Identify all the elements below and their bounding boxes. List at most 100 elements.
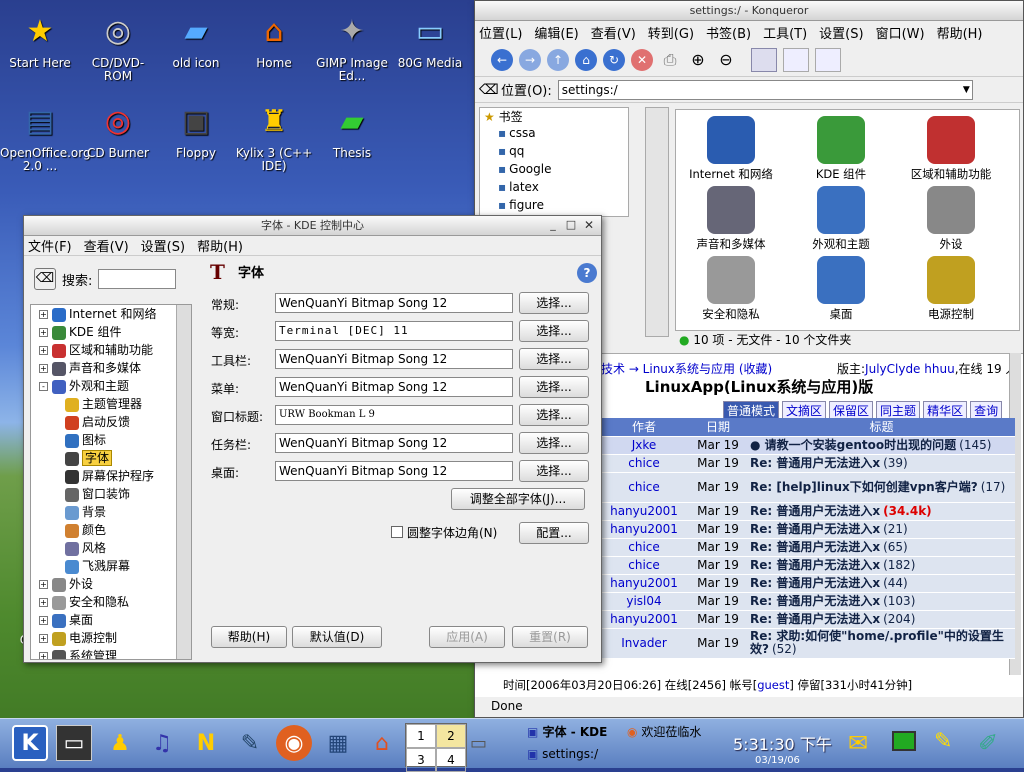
tree-scrollbar[interactable] <box>176 305 191 659</box>
icon-view-icon[interactable] <box>751 47 777 72</box>
bookmark-item[interactable]: ▪ latex <box>480 180 628 198</box>
reset-button[interactable]: 重置(R) <box>512 626 588 648</box>
home-folder-icon[interactable]: ⌂ <box>364 725 400 761</box>
taskbar-task-kcc[interactable]: ▣ 字体 - KDE <box>527 723 607 740</box>
collapse-icon[interactable]: - <box>39 382 48 391</box>
tree-item[interactable]: + 安全和隐私 <box>35 593 191 611</box>
tree-item[interactable]: + 桌面 <box>35 611 191 629</box>
choose-font-button[interactable]: 选择... <box>519 460 589 482</box>
row-author[interactable]: chice <box>600 538 688 557</box>
pager-desktop[interactable]: 1 <box>406 724 436 748</box>
expand-icon[interactable]: + <box>39 652 48 659</box>
tree-item[interactable]: 图标 <box>35 431 191 449</box>
desktop-icon[interactable]: ⌂ Home <box>234 8 314 70</box>
list-view-icon[interactable] <box>783 47 809 72</box>
tree-item[interactable]: 背景 <box>35 503 191 521</box>
forward-icon[interactable]: → <box>519 48 541 71</box>
expand-icon[interactable]: + <box>39 310 48 319</box>
antialias-checkbox[interactable] <box>391 526 403 538</box>
pager-desktop[interactable]: 3 <box>406 748 436 772</box>
desktop-icon[interactable]: ★ Start Here <box>0 8 80 70</box>
zoom-in-icon[interactable]: ⊕ <box>687 49 709 71</box>
konqueror-titlebar[interactable]: settings:/ - Konqueror <box>475 1 1023 21</box>
network-icon[interactable]: ▦ <box>320 725 356 761</box>
user-icon[interactable]: ♟ <box>102 725 138 761</box>
menu-item[interactable]: 窗口(W) <box>876 23 925 42</box>
row-title[interactable]: Re: [help]linux下如何创建vpn客户端? <box>750 480 978 494</box>
menu-item[interactable]: 书签(B) <box>706 23 751 42</box>
bookmark-item[interactable]: ▪ Google <box>480 162 628 180</box>
kcc-menu-item[interactable]: 文件(F) <box>28 236 72 255</box>
choose-font-button[interactable]: 选择... <box>519 376 589 398</box>
desktop-icon[interactable]: ▣ Floppy <box>156 98 236 160</box>
kde-menu-icon[interactable]: K <box>12 725 48 761</box>
settings-module-icon[interactable]: KDE 组件 <box>796 116 886 182</box>
row-title[interactable]: Re: 普通用户无法进入x <box>750 456 880 470</box>
taskbar-task-firefox[interactable]: ◉ 欢迎莅临水 <box>627 723 701 740</box>
menu-item[interactable]: 转到(G) <box>648 23 694 42</box>
tree-item[interactable]: 屏幕保护程序 <box>35 467 191 485</box>
tree-item[interactable]: + 系统管理 <box>35 647 191 659</box>
chevron-down-icon[interactable]: ▼ <box>963 81 970 99</box>
tree-item[interactable]: 风格 <box>35 539 191 557</box>
moderator-names[interactable]: JulyClyde hhuu <box>865 362 955 376</box>
maximize-icon[interactable]: □ <box>563 218 579 234</box>
expand-icon[interactable]: + <box>39 580 48 589</box>
editor-icon[interactable]: N <box>188 725 224 761</box>
row-author[interactable]: hanyu2001 <box>600 520 688 539</box>
row-title[interactable]: Re: 普通用户无法进入x <box>750 504 880 518</box>
expand-icon[interactable]: + <box>39 616 48 625</box>
tree-view-icon[interactable] <box>815 47 841 72</box>
up-icon[interactable]: ↑ <box>547 48 569 71</box>
row-author[interactable]: hanyu2001 <box>600 502 688 521</box>
monitor-icon[interactable] <box>892 731 916 751</box>
expand-icon[interactable]: + <box>39 346 48 355</box>
paint-icon[interactable]: ✐ <box>978 729 998 757</box>
tree-item[interactable]: + Internet 和网络 <box>35 305 191 323</box>
row-title[interactable]: Re: 普通用户无法进入x <box>750 576 880 590</box>
settings-module-icon[interactable]: 外观和主题 <box>796 186 886 252</box>
bookmark-item[interactable]: ▪ figure <box>480 198 628 216</box>
close-icon[interactable]: ✕ <box>581 218 597 234</box>
kcc-menu-item[interactable]: 设置(S) <box>141 236 185 255</box>
desktop-icon[interactable]: ▰ old icon <box>156 8 236 70</box>
menu-item[interactable]: 编辑(E) <box>534 23 578 42</box>
back-icon[interactable]: ← <box>491 48 513 71</box>
breadcrumb-text[interactable]: 技术 → Linux系统与应用 (收藏) <box>601 362 772 376</box>
help-button[interactable]: 帮助(H) <box>211 626 287 648</box>
row-author[interactable]: Invader <box>600 628 688 659</box>
menu-item[interactable]: 工具(T) <box>763 23 807 42</box>
print-icon[interactable]: ⎙ <box>659 49 681 71</box>
terminal-icon[interactable]: ▭ <box>56 725 92 761</box>
choose-font-button[interactable]: 选择... <box>519 320 589 342</box>
row-author[interactable]: chice <box>600 454 688 473</box>
row-title[interactable]: Re: 普通用户无法进入x <box>750 540 880 554</box>
tree-item[interactable]: 窗口装饰 <box>35 485 191 503</box>
tree-item[interactable]: + 外设 <box>35 575 191 593</box>
tree-item[interactable]: + KDE 组件 <box>35 323 191 341</box>
settings-module-icon[interactable]: 电源控制 <box>906 256 996 322</box>
kcc-menu-item[interactable]: 查看(V) <box>84 236 129 255</box>
row-author[interactable]: chice <box>600 556 688 575</box>
desktop-icon[interactable]: ▤ OpenOffice.org 2.0 ... <box>0 98 91 173</box>
clear-search-icon[interactable]: ⌫ <box>34 268 56 290</box>
pager-desktop[interactable]: 2 <box>436 724 466 748</box>
row-author[interactable]: hanyu2001 <box>600 574 688 593</box>
bookmark-item[interactable]: ▪ qq <box>480 144 628 162</box>
expand-icon[interactable]: + <box>39 634 48 643</box>
row-title[interactable]: ● 请教一个安装gentoo时出现的问题 <box>750 438 956 452</box>
firefox-icon[interactable]: ◉ <box>276 725 312 761</box>
klipper-icon[interactable]: ✉ <box>848 729 868 757</box>
clear-location-icon[interactable]: ⌫ <box>479 82 499 98</box>
expand-icon[interactable]: + <box>39 364 48 373</box>
desktop-icon[interactable]: ▰ Thesis <box>312 98 392 160</box>
choose-font-button[interactable]: 选择... <box>519 404 589 426</box>
tree-item[interactable]: - 外观和主题 <box>35 377 191 395</box>
stop-icon[interactable]: ✕ <box>631 48 653 71</box>
settings-module-icon[interactable]: 外设 <box>906 186 996 252</box>
row-title[interactable]: Re: 普通用户无法进入x <box>750 612 880 626</box>
desktop-icon[interactable]: ♜ Kylix 3 (C++ IDE) <box>234 98 314 173</box>
desktop-icon[interactable]: ▭ 80G Media <box>390 8 470 70</box>
clock[interactable]: 5:31:30 下午 <box>733 731 832 755</box>
help-icon[interactable]: ? <box>577 263 597 283</box>
